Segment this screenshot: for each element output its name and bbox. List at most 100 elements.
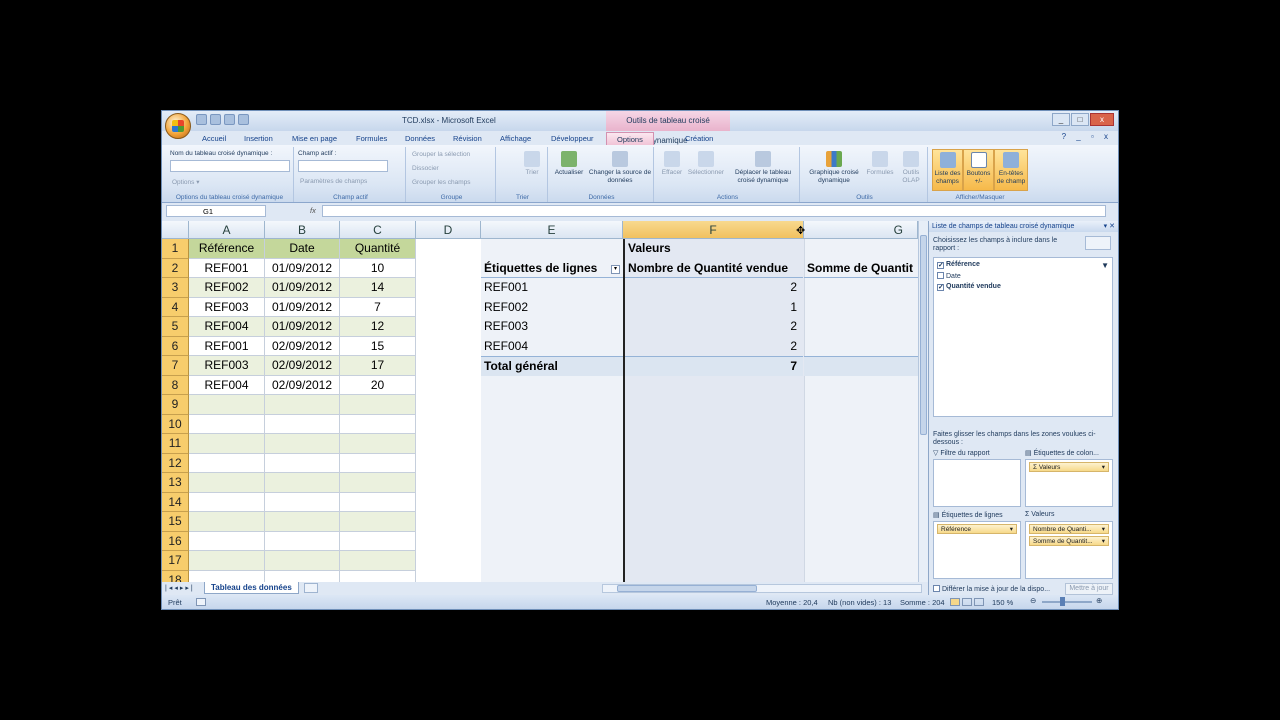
row-header[interactable]: 9 [162,395,189,415]
formulas-button[interactable]: Formules [864,151,896,177]
zoom-level[interactable]: 150 % [992,598,1013,607]
table-cell[interactable]: REF001 [189,336,265,356]
sheet-nav-arrows-icon[interactable]: |◂◂▸▸| [165,584,195,592]
fx-icon[interactable]: fx [272,205,322,217]
table-cell[interactable] [189,570,265,582]
table-cell[interactable]: 20 [340,375,416,395]
table-cell[interactable] [189,395,265,415]
table-cell[interactable] [340,492,416,512]
table-cell[interactable]: 01/09/2012 [265,317,340,337]
pivot-row-label[interactable]: REF003 [481,317,623,337]
table-cell[interactable]: 7 [340,297,416,317]
table-header-reference[interactable]: Référence [189,239,265,259]
tab-developpeur[interactable]: Développeur [551,132,594,145]
row-header[interactable]: 12 [162,453,189,473]
table-cell[interactable]: REF004 [189,375,265,395]
table-cell[interactable] [265,414,340,434]
table-cell[interactable] [189,473,265,493]
row-header[interactable]: 17 [162,551,189,571]
table-cell[interactable]: 01/09/2012 [265,297,340,317]
print-preview-icon[interactable] [238,114,249,125]
pivot-grand-total-col2[interactable] [804,356,918,376]
field-settings-button[interactable]: Paramètres de champs [300,178,367,185]
row-header[interactable]: 2 [162,258,189,278]
office-button[interactable] [165,113,191,139]
ribbon-window-controls[interactable]: ? _ ▫ x [1062,132,1112,141]
table-cell[interactable] [189,531,265,551]
options-button[interactable]: Options ▾ [172,178,199,186]
row-header[interactable]: 6 [162,336,189,356]
field-list-button[interactable]: Liste des champs [932,149,963,191]
zoom-in-icon[interactable]: ⊕ [1096,596,1102,605]
table-cell[interactable]: 01/09/2012 [265,258,340,278]
col-header-a[interactable]: A [189,221,265,239]
table-cell[interactable]: 17 [340,356,416,376]
row-reference-pill[interactable]: Référence ▾ [937,524,1017,534]
table-cell[interactable]: REF004 [189,317,265,337]
table-cell[interactable] [265,453,340,473]
close-button[interactable]: x [1090,113,1114,126]
redo-icon[interactable] [224,114,235,125]
clear-button[interactable]: Effacer [658,151,686,177]
row-header[interactable]: 13 [162,473,189,493]
page-break-icon[interactable] [974,598,984,606]
row-header[interactable]: 10 [162,414,189,434]
table-cell[interactable] [189,453,265,473]
table-cell[interactable] [340,570,416,582]
table-cell[interactable] [265,492,340,512]
move-pivot-button[interactable]: Déplacer le tableau croisé dynamique [728,151,798,184]
macro-record-icon[interactable] [196,598,206,606]
values-zone[interactable]: Nombre de Quanti... ▾ Somme de Quantit...… [1025,521,1113,579]
table-cell[interactable]: 15 [340,336,416,356]
pivot-row-value[interactable]: 2 [625,278,803,298]
table-cell[interactable]: 02/09/2012 [265,375,340,395]
pivot-grand-total-label[interactable]: Total général [481,356,623,376]
field-reference[interactable]: ✓ Référence [937,261,980,269]
table-cell[interactable]: 02/09/2012 [265,356,340,376]
row-header[interactable]: 15 [162,512,189,532]
pivot-row-value[interactable]: 2 [625,317,803,337]
pivot-row-label[interactable]: REF002 [481,298,623,318]
table-cell[interactable]: 12 [340,317,416,337]
plus-minus-button[interactable]: Boutons +/- [963,149,994,191]
table-cell[interactable]: REF001 [189,258,265,278]
checkbox-icon[interactable] [937,272,944,279]
table-cell[interactable] [189,551,265,571]
defer-update-option[interactable]: Différer la mise à jour de la dispo... [933,585,1050,593]
col-header-g[interactable]: G [804,221,918,239]
ungroup-button[interactable]: Dissocier [412,165,439,172]
table-cell[interactable] [265,512,340,532]
active-field-input[interactable] [298,160,388,172]
table-cell[interactable] [265,570,340,582]
col-header-c[interactable]: C [340,221,416,239]
table-cell[interactable] [265,434,340,454]
name-box[interactable]: G1 [166,205,266,217]
sheet-tab[interactable]: Tableau des données [204,582,299,594]
formula-input[interactable] [322,205,1106,217]
group-selection-button[interactable]: Grouper la sélection [412,151,470,158]
row-header[interactable]: 7 [162,356,189,376]
field-date[interactable]: Date [937,272,961,280]
table-header-quantity[interactable]: Quantité [340,239,416,259]
olap-button[interactable]: Outils OLAP [896,151,926,184]
pivot-grand-total-value[interactable]: 7 [625,356,803,376]
maximize-button[interactable]: □ [1071,113,1089,126]
checkbox-icon[interactable] [933,585,940,592]
row-header[interactable]: 1 [162,239,189,259]
save-icon[interactable] [196,114,207,125]
table-cell[interactable]: 01/09/2012 [265,278,340,298]
select-button[interactable]: Sélectionner [686,151,726,177]
value-sum-pill[interactable]: Somme de Quantit... ▾ [1029,536,1109,546]
table-cell[interactable] [189,434,265,454]
pane-close-icon[interactable]: ▾ ✕ [1104,221,1115,232]
col-header-b[interactable]: B [265,221,340,239]
refresh-button[interactable]: Actualiser [552,151,586,177]
horizontal-scrollbar[interactable] [602,584,922,593]
table-cell[interactable] [340,551,416,571]
table-cell[interactable]: 02/09/2012 [265,336,340,356]
table-cell[interactable] [189,414,265,434]
pivot-col2-header[interactable]: Somme de Quantit [804,259,918,278]
update-button[interactable]: Mettre à jour [1065,583,1113,595]
row-header[interactable]: 4 [162,297,189,317]
undo-icon[interactable] [210,114,221,125]
